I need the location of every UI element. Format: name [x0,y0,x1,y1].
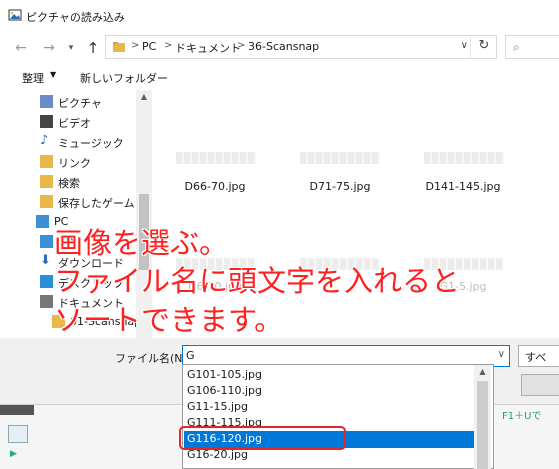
file-thumbnail[interactable] [424,152,504,174]
nav-item-label: リンク [58,157,91,170]
music-icon: ♪ [40,133,49,148]
forward-button[interactable]: → [40,39,58,57]
file-type-value: すべ [525,351,547,364]
video-icon [40,115,53,128]
navigation-scrollbar[interactable]: ▲ [136,90,152,338]
pictures-icon [40,95,53,108]
autocomplete-item[interactable]: G101-105.jpg [187,368,262,384]
file-name[interactable]: D141-145.jpg [408,180,518,193]
games-folder-icon [40,195,53,208]
desktop-icon [40,275,53,288]
title-bar: ピクチャの読み込み [0,0,559,30]
chevron-up-icon[interactable]: ▲ [474,367,491,376]
chevron-up-icon[interactable]: ▲ [136,92,152,101]
chevron-down-icon[interactable]: ∨ [498,349,505,360]
command-bar: 整理 ▼ 新しいフォルダー [0,64,559,90]
breadcrumb-separator: > [131,40,140,51]
autocomplete-list[interactable]: G101-105.jpg G106-110.jpg G11-15.jpg G11… [182,364,494,469]
edit-tool-icon[interactable] [8,425,28,443]
recent-locations-button[interactable]: ▾ [65,39,77,57]
organize-button[interactable]: 整理 [22,70,44,86]
breadcrumb-pc[interactable]: PC [142,40,156,53]
open-button[interactable] [521,374,559,396]
documents-icon [40,295,53,308]
window-title: ピクチャの読み込み [26,11,125,24]
nav-item-label: ビデオ [58,117,91,130]
nav-item-label: 保存したゲーム [58,197,135,210]
autocomplete-item[interactable]: G11-15.jpg [187,400,248,416]
background-window-right: F1＋Uで [494,404,559,469]
breadcrumb-documents[interactable]: ドキュメント [175,40,241,56]
chevron-down-icon: ▾ [68,43,74,53]
autocomplete-scrollbar[interactable]: ▲ [474,365,491,469]
arrow-right-icon: → [43,40,55,56]
nav-item-label: ピクチャ [58,97,102,110]
play-icon[interactable]: ▶ [10,449,17,459]
file-type-select[interactable]: すべ [518,345,559,367]
image-thumbnail [424,152,504,164]
breadcrumb-folder[interactable]: 36-Scansnap [248,40,319,53]
file-name[interactable]: D66-70.jpg [160,180,270,193]
address-dropdown-icon[interactable]: ∨ [461,40,468,51]
search-icon: ⌕ [513,40,520,54]
search-input[interactable]: ⌕ [505,35,559,59]
annotation-highlight-box [179,426,346,450]
download-icon: ⬇ [40,253,51,268]
autocomplete-item[interactable]: G16-20.jpg [187,448,248,464]
arrow-up-icon: ↑ [86,39,100,57]
navigation-pane: ピクチャ ビデオ ♪ ミュージック リンク 検索 保存したゲーム PC 3D ⬇… [0,90,152,338]
nav-item-label: 検索 [58,177,80,190]
background-window: ▶ [0,404,182,469]
file-name[interactable]: D71-75.jpg [285,180,395,193]
link-folder-icon [40,155,53,168]
annotation-line: ファイル名に頭文字を入れると [54,264,461,298]
pictures-app-icon [8,9,22,21]
pc-icon [36,215,49,228]
annotation-line: ソートできます。 [54,303,284,337]
filename-value: G [186,349,195,362]
annotation-line: 画像を選ぶ。 [54,226,229,260]
scrollbar-thumb[interactable] [477,381,488,469]
breadcrumb-separator: > [164,40,173,51]
refresh-icon: ↻ [478,38,490,53]
file-thumbnail[interactable] [300,152,380,174]
folder-icon [113,42,125,52]
new-folder-button[interactable]: 新しいフォルダー [80,70,168,86]
file-thumbnail[interactable] [176,152,256,174]
image-thumbnail [176,152,256,164]
nav-item-label: ミュージック [58,137,124,150]
breadcrumb-separator: > [237,40,246,51]
autocomplete-item[interactable]: G106-110.jpg [187,384,262,400]
scroll-controls [0,405,34,415]
chevron-down-icon: ▼ [50,70,57,79]
image-thumbnail [300,152,380,164]
search-folder-icon [40,175,53,188]
up-button[interactable]: ↑ [84,38,102,58]
shortcut-hint: F1＋Uで [502,411,542,422]
refresh-button[interactable]: ↻ [470,35,497,59]
address-bar[interactable]: > PC > ドキュメント > 36-Scansnap ∨ [105,35,497,59]
arrow-left-icon: ← [15,40,27,56]
filename-label: ファイル名(N): [115,352,191,365]
back-button[interactable]: ← [12,39,30,57]
3d-objects-icon [40,235,53,248]
